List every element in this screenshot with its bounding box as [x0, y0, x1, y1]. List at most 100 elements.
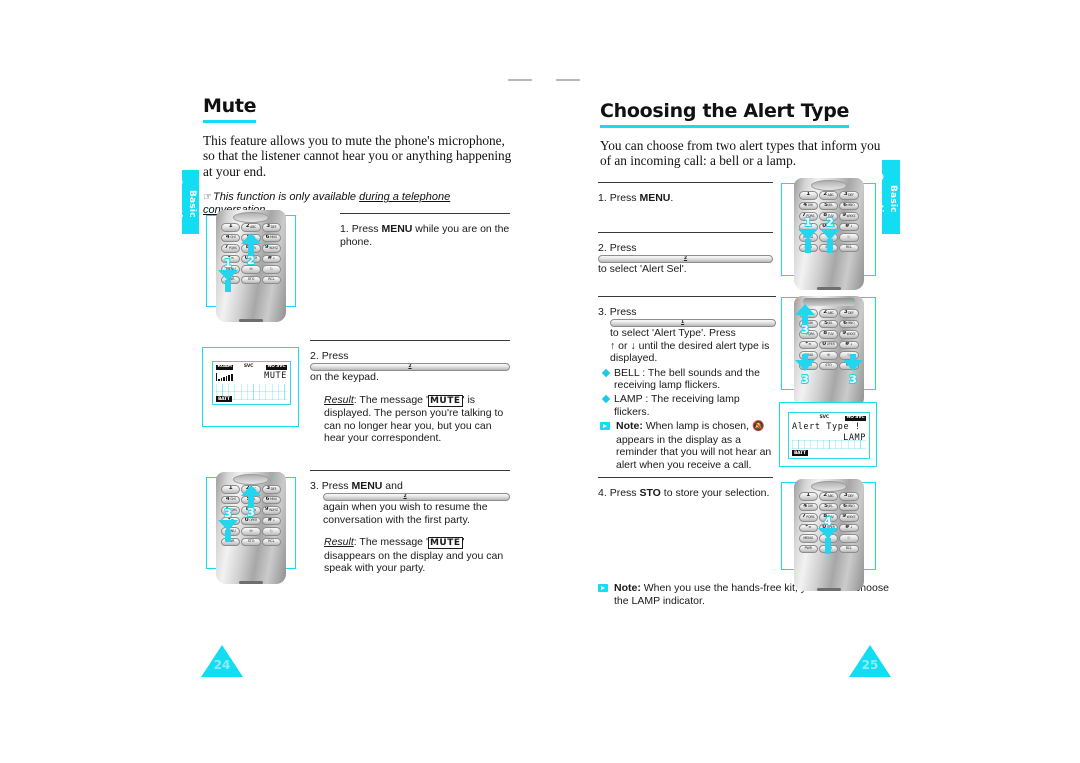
- page-number-right: 25: [849, 645, 891, 681]
- key-2: 2 ABC: [818, 191, 839, 200]
- key-end: ⎋: [261, 527, 281, 536]
- step-number: 4.: [598, 487, 607, 499]
- note-marker-icon: [598, 584, 608, 592]
- key-sto: STO: [818, 243, 839, 252]
- key-7: 7 PQRS: [798, 212, 818, 221]
- step-divider: [340, 213, 510, 214]
- bullet-text: BELL : The bell sounds and the receiving…: [614, 366, 760, 392]
- key-rcl: RCL: [261, 537, 281, 546]
- key-3: 3 DEF: [261, 485, 281, 494]
- step-divider: [598, 477, 773, 478]
- keypad-grid: 1 2 ABC 3 DEF 4 GHI 5 JKL 6 MNO 7 PQRS 8 TUV 9W…: [798, 191, 859, 252]
- bell-muted-icon: 🔕: [751, 421, 765, 433]
- phone-body: 1 2 ABC 3 DEF 4 GHI 5 JKL 6 MNO 7 PQRS 8 TUV 9W…: [793, 296, 864, 408]
- key-sto: STO: [241, 537, 261, 546]
- step-text-c: again when you wish to resume the conver…: [323, 501, 488, 526]
- step-text-a: Press: [321, 480, 352, 492]
- key-7: 7 PQRS: [221, 244, 241, 253]
- keypad-grid: 1 2 ABC 3 DEF 4 GHI 5 JKL 6 MNO 7 PQRS 8 TUV 9W…: [798, 492, 859, 553]
- signal-strength-icon: [216, 372, 234, 381]
- key-message: ✉: [241, 265, 261, 274]
- result-label: Result: [324, 536, 354, 549]
- step-text-after: .: [670, 192, 674, 204]
- right-step-3: 3. Press 1 to select 'Alert Type'. Press…: [598, 296, 776, 472]
- result-text-before: : The message ': [353, 536, 428, 549]
- key-5: 5 JKL: [818, 319, 839, 328]
- key-0: 0 OPER: [818, 340, 839, 349]
- key-end: ⎋: [839, 534, 859, 543]
- step-number: 2.: [310, 350, 319, 362]
- indicator-svc: SVC: [243, 364, 254, 370]
- figure-lcd-mute: ROAM SVC NO SVC MUTE BATT: [202, 347, 299, 427]
- key-hash: # ↓: [839, 523, 859, 532]
- key-4: 4 GHI: [798, 201, 818, 210]
- key-end: ⎋: [261, 265, 281, 274]
- note-label: Note:: [614, 582, 641, 594]
- side-tab-basic-operation-left: Basic Operation: [173, 170, 199, 234]
- figure-phone-alert-step4: 1 2 ABC 3 DEF 4 GHI 5 JKL 6 MNO 7 PQRS 8 TUV 9W…: [781, 479, 876, 591]
- result-label: Result: [324, 393, 354, 406]
- key-star: * ✉: [798, 523, 818, 532]
- earpiece: [810, 481, 847, 492]
- key-message: ✉: [818, 534, 839, 543]
- crop-mark-left: [508, 79, 532, 81]
- step-text-a: Press: [351, 223, 382, 235]
- note-text-before: When lamp is chosen,: [642, 420, 750, 433]
- figure-phone-mute-step12: 1 2 ABC 3 DEF 4 GHI 5 JKL 6 MNO 7 PQRS 8 TUV 9W…: [206, 210, 296, 322]
- figure-lcd-alert-type: SVC NO SVC Alert Type ! LAMP BATT: [779, 402, 877, 467]
- key-2: 2 ABC: [241, 485, 261, 494]
- note-label: Note:: [616, 420, 643, 433]
- step-divider: [598, 232, 773, 233]
- left-step-2: 2. Press 2 on the keypad. Result: The me…: [310, 340, 510, 445]
- key-pwr: PWR: [221, 275, 241, 284]
- figure-phone-alert-step12: 1 2 ABC 3 DEF 4 GHI 5 JKL 6 MNO 7 PQRS 8 TUV 9W…: [781, 178, 876, 290]
- alert-type-bullets: BELL : The bell sounds and the receiving…: [598, 367, 776, 472]
- left-page-column: Mute This feature allows you to mute the…: [203, 95, 513, 217]
- key-1: 1: [221, 223, 241, 232]
- key-3: 3 DEF: [261, 223, 281, 232]
- page-number-text: 25: [861, 658, 879, 672]
- bullet-lamp: LAMP : The receiving lamp flickers.: [601, 393, 776, 418]
- note-text-after: appears in the display as a reminder tha…: [616, 433, 772, 472]
- key-pwr: PWR: [798, 361, 818, 370]
- lcd-main-row: MUTE: [216, 371, 287, 382]
- page-number-text: 24: [213, 658, 231, 672]
- indicator-no-svc: NO SVC: [266, 364, 287, 371]
- keypad-key-2: 2: [323, 492, 510, 502]
- key-6: 6 MNO: [839, 502, 859, 511]
- key-hash: # ↓: [839, 222, 859, 231]
- key-9: 9 WXYZ: [839, 330, 859, 339]
- key-5: 5 JKL: [818, 201, 839, 210]
- key-rcl: RCL: [839, 243, 859, 252]
- phone-body: 1 2 ABC 3 DEF 4 GHI 5 JKL 6 MNO 7 PQRS 8 TUV 9W…: [793, 479, 864, 591]
- indicator-roam: ROAM: [216, 364, 234, 371]
- earpiece: [810, 180, 847, 191]
- key-end: ⎋: [839, 233, 859, 242]
- bullet-text: LAMP : The receiving lamp flickers.: [614, 393, 740, 418]
- key-8: 8 TUV: [241, 244, 261, 253]
- step-text-after: to select 'Alert Type'. Press: [610, 327, 736, 340]
- lcd-character-grid: [792, 440, 866, 449]
- note-marker-icon: [600, 422, 610, 431]
- lcd-line-1: Alert Type !: [792, 422, 866, 433]
- key-1: 1: [798, 191, 818, 200]
- tip-text-before: This function is only available: [212, 191, 360, 204]
- key-1: 1: [798, 492, 818, 501]
- key-8: 8 TUV: [818, 330, 839, 339]
- bullet-bell: BELL : The bell sounds and the receiving…: [601, 366, 776, 392]
- manual-page-spread: Mute This feature allows you to mute the…: [0, 0, 1080, 763]
- key-sto: STO: [241, 275, 261, 284]
- indicator-svc: SVC: [819, 415, 830, 421]
- key-rcl: RCL: [261, 275, 281, 284]
- side-tab-basic-operation-right: Basic Operation: [874, 160, 900, 234]
- key-end: ⎋: [839, 351, 859, 360]
- earpiece: [233, 474, 269, 485]
- lcd-screen-alert: SVC NO SVC Alert Type ! LAMP BATT: [788, 412, 870, 459]
- mute-message-box: MUTE: [427, 537, 463, 550]
- right-page-column: Choosing the Alert Type You can choose f…: [600, 100, 910, 169]
- step-text-after: to store your selection.: [660, 487, 770, 499]
- step-divider: [310, 470, 510, 471]
- key-rcl: RCL: [839, 361, 859, 370]
- key-3: 3 DEF: [839, 309, 859, 318]
- keypad-grid: 1 2 ABC 3 DEF 4 GHI 5 JKL 6 MNO 7 PQRS 8 TUV 9W…: [221, 223, 281, 284]
